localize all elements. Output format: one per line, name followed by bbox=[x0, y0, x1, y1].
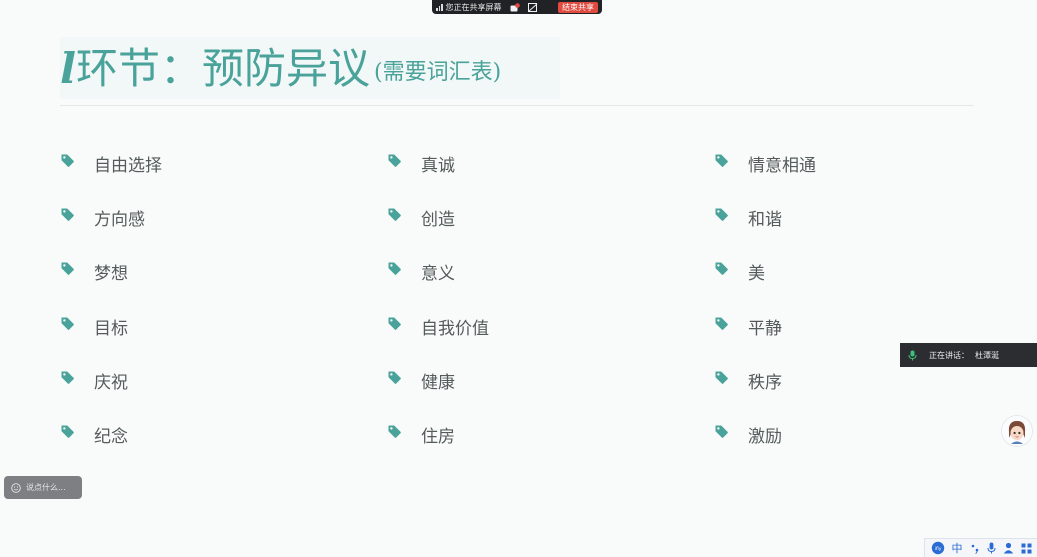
word-item: 情意相通 bbox=[714, 150, 816, 176]
user-avatar[interactable] bbox=[1002, 416, 1032, 446]
word-item: 健康 bbox=[387, 367, 455, 393]
signal-icon bbox=[436, 3, 443, 11]
speaking-label: 正在讲话： bbox=[929, 350, 969, 360]
comment-placeholder: 说点什么... bbox=[26, 483, 66, 492]
pause-share-icon[interactable] bbox=[510, 2, 520, 12]
word-item: 秩序 bbox=[714, 367, 782, 393]
word-grid: 自由选择方向感梦想目标庆祝纪念 真诚创造意义自我价值健康住房 情意相通和谐美平静秩序… bbox=[60, 150, 960, 450]
word-label: 平静 bbox=[748, 318, 782, 339]
word-item: 激励 bbox=[714, 421, 782, 447]
word-item: 自由选择 bbox=[60, 150, 162, 176]
word-label: 庆祝 bbox=[94, 372, 128, 393]
slide-title: l环节：预防异议 (需要词汇表) bbox=[60, 42, 501, 100]
word-label: 激励 bbox=[748, 426, 782, 447]
word-item: 方向感 bbox=[60, 204, 145, 230]
grid-icon[interactable] bbox=[1021, 541, 1032, 555]
mic-icon[interactable] bbox=[987, 541, 996, 555]
tag-icon bbox=[60, 153, 75, 168]
word-label: 美 bbox=[748, 263, 765, 284]
tag-icon bbox=[387, 153, 402, 168]
speaking-indicator: 正在讲话： 杜潭涎 bbox=[900, 343, 1037, 367]
tag-icon bbox=[714, 153, 729, 168]
word-item: 意义 bbox=[387, 258, 455, 284]
word-label: 情意相通 bbox=[748, 155, 816, 176]
share-status: 您正在共享屏幕 bbox=[445, 2, 502, 12]
word-item: 自我价值 bbox=[387, 313, 489, 339]
tag-icon bbox=[60, 370, 75, 385]
word-label: 和谐 bbox=[748, 209, 782, 230]
annotate-icon[interactable] bbox=[527, 2, 538, 12]
tag-icon bbox=[60, 316, 75, 331]
tag-icon bbox=[60, 261, 75, 276]
word-label: 创造 bbox=[421, 209, 455, 230]
tag-icon bbox=[714, 316, 729, 331]
word-label: 自我价值 bbox=[421, 318, 489, 339]
title-main: 环节：预防异议 bbox=[75, 44, 370, 93]
tag-icon bbox=[60, 207, 75, 222]
word-label: 秩序 bbox=[748, 372, 782, 393]
screen-share-bar: 您正在共享屏幕 结束共享 bbox=[432, 0, 602, 14]
word-item: 和谐 bbox=[714, 204, 782, 230]
punctuation-icon[interactable] bbox=[970, 541, 980, 555]
word-item: 纪念 bbox=[60, 421, 128, 447]
word-label: 健康 bbox=[421, 372, 455, 393]
tag-icon bbox=[387, 424, 402, 439]
word-item: 创造 bbox=[387, 204, 455, 230]
word-item: 住房 bbox=[387, 421, 455, 447]
word-item: 庆祝 bbox=[60, 367, 128, 393]
title-divider bbox=[60, 105, 974, 106]
tag-icon bbox=[387, 370, 402, 385]
ime-brand-text: ifly bbox=[934, 546, 941, 552]
word-label: 真诚 bbox=[421, 155, 455, 176]
speaker-name: 杜潭涎 bbox=[975, 350, 999, 360]
word-label: 意义 bbox=[421, 263, 455, 284]
word-item: 美 bbox=[714, 258, 765, 284]
word-label: 纪念 bbox=[94, 426, 128, 447]
user-icon[interactable] bbox=[1003, 541, 1014, 555]
tag-icon bbox=[387, 207, 402, 222]
ime-brand-icon[interactable]: ifly bbox=[931, 541, 945, 555]
tag-icon bbox=[387, 316, 402, 331]
tag-icon bbox=[714, 424, 729, 439]
stop-share-button[interactable]: 结束共享 bbox=[558, 1, 598, 13]
word-label: 自由选择 bbox=[94, 155, 162, 176]
ime-language-toggle[interactable]: 中 bbox=[952, 541, 963, 555]
word-item: 目标 bbox=[60, 313, 128, 339]
word-label: 住房 bbox=[421, 426, 455, 447]
word-label: 方向感 bbox=[94, 209, 145, 230]
tag-icon bbox=[387, 261, 402, 276]
word-item: 梦想 bbox=[60, 258, 128, 284]
title-lead: l bbox=[60, 44, 76, 93]
speaking-mic-icon bbox=[908, 350, 917, 361]
presentation-slide: l环节：预防异议 (需要词汇表) 自由选择方向感梦想目标庆祝纪念 真诚创造意义自我价… bbox=[0, 0, 1037, 557]
ime-toolbar: ifly 中 bbox=[924, 538, 1037, 557]
emoji-icon[interactable] bbox=[11, 482, 21, 493]
word-item: 平静 bbox=[714, 313, 782, 339]
tag-icon bbox=[714, 207, 729, 222]
comment-input[interactable]: 说点什么... bbox=[4, 476, 82, 499]
word-label: 梦想 bbox=[94, 263, 128, 284]
title-subtitle: (需要词汇表) bbox=[373, 60, 502, 85]
avatar-face-icon bbox=[1002, 416, 1032, 446]
word-item: 真诚 bbox=[387, 150, 455, 176]
word-label: 目标 bbox=[94, 318, 128, 339]
tag-icon bbox=[714, 261, 729, 276]
tag-icon bbox=[714, 370, 729, 385]
tag-icon bbox=[60, 424, 75, 439]
